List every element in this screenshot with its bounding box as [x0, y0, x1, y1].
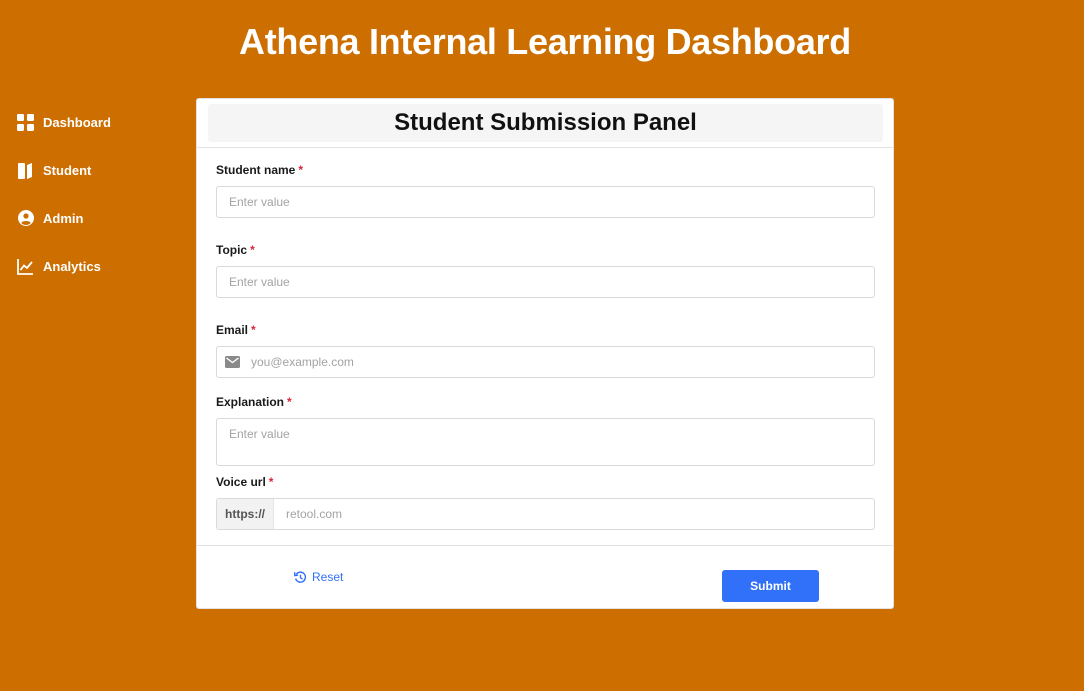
- header-divider: [197, 147, 893, 148]
- submission-form-card: Student Submission Panel Student name * E…: [196, 98, 894, 609]
- sidebar-item-dashboard[interactable]: Dashboard: [17, 110, 167, 134]
- student-name-placeholder: Enter value: [229, 195, 290, 209]
- explanation-textarea[interactable]: Enter value: [216, 418, 875, 466]
- student-name-label: Student name *: [216, 163, 304, 177]
- email-input[interactable]: you@example.com: [216, 346, 875, 378]
- topic-label: Topic *: [216, 243, 255, 257]
- sidebar-item-label: Admin: [43, 210, 84, 226]
- sidebar-item-label: Student: [43, 162, 92, 178]
- footer-divider: [197, 545, 893, 546]
- required-marker: *: [298, 163, 304, 177]
- sidebar-item-student[interactable]: Student: [17, 158, 167, 182]
- user-circle-icon: [17, 210, 34, 227]
- voice-url-input[interactable]: https:// retool.com: [216, 498, 875, 530]
- required-marker: *: [268, 475, 274, 489]
- email-label: Email *: [216, 323, 256, 337]
- submit-button[interactable]: Submit: [722, 570, 819, 602]
- dashboard-grid-icon: [17, 113, 34, 131]
- page-title: Athena Internal Learning Dashboard: [239, 21, 851, 62]
- sidebar-item-analytics[interactable]: Analytics: [17, 254, 167, 278]
- explanation-label: Explanation *: [216, 395, 292, 409]
- voice-url-placeholder: retool.com: [286, 507, 343, 521]
- url-prefix: https://: [217, 499, 274, 529]
- required-marker: *: [250, 243, 255, 257]
- sidebar-item-label: Dashboard: [43, 114, 111, 130]
- chart-line-icon: [17, 258, 34, 275]
- sidebar-item-label: Analytics: [43, 258, 101, 274]
- sidebar-item-admin[interactable]: Admin: [17, 206, 167, 230]
- reset-label: Reset: [312, 570, 344, 584]
- explanation-placeholder: Enter value: [229, 427, 290, 441]
- voice-url-label: Voice url *: [216, 475, 274, 489]
- email-placeholder: you@example.com: [251, 355, 354, 369]
- topic-placeholder: Enter value: [229, 275, 290, 289]
- reset-button[interactable]: Reset: [294, 570, 343, 584]
- student-name-input[interactable]: Enter value: [216, 186, 875, 218]
- topic-input[interactable]: Enter value: [216, 266, 875, 298]
- form-title: Student Submission Panel: [208, 104, 883, 142]
- mail-icon: [225, 356, 240, 368]
- required-marker: *: [251, 323, 256, 337]
- required-marker: *: [287, 395, 292, 409]
- sidebar: Dashboard Student Admin Analytics: [17, 110, 167, 302]
- history-reset-icon: [294, 570, 307, 584]
- book-icon: [17, 162, 34, 179]
